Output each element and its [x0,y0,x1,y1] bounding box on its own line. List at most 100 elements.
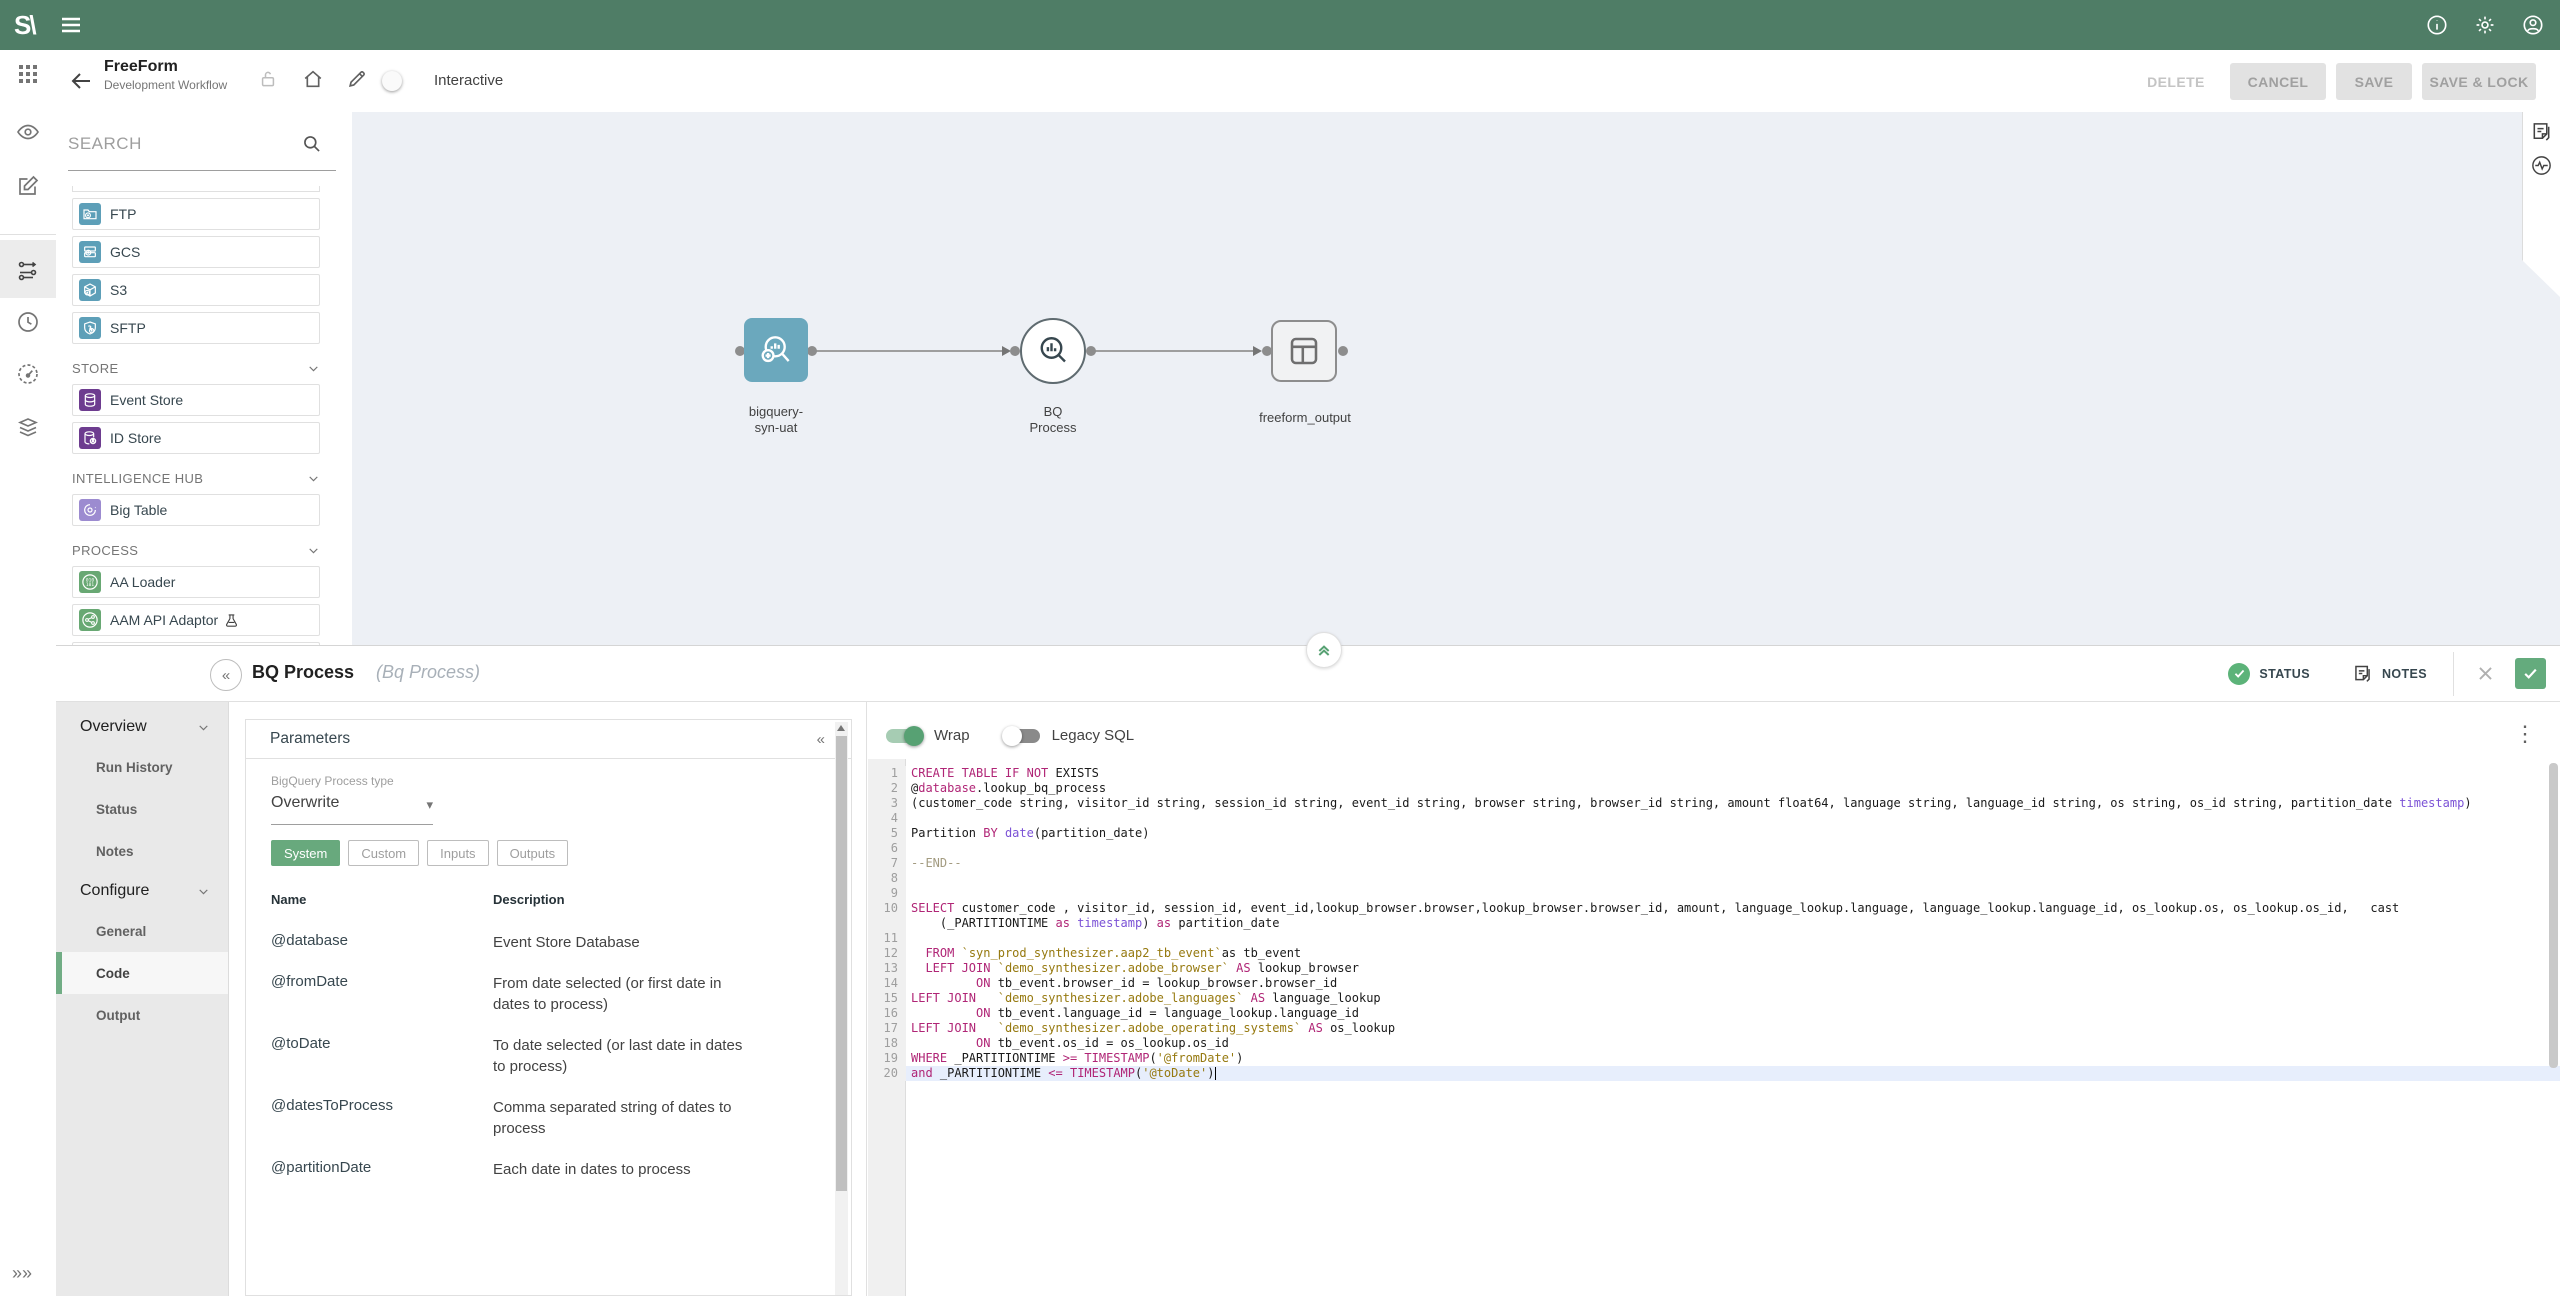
code-line: 6 [868,841,2560,856]
param-tab-custom[interactable]: Custom [348,840,419,866]
close-icon[interactable] [2476,664,2495,683]
layers-stack-icon[interactable] [16,415,40,439]
home-icon[interactable] [302,68,324,90]
dashboard-gauge-icon[interactable] [16,362,40,386]
nav-item-status[interactable]: Status [56,788,228,830]
nav-item-notes[interactable]: Notes [56,830,228,872]
nav-group-overview[interactable]: Overview [56,708,228,746]
param-name: @toDate [271,1035,493,1077]
parameter-tabs: System Custom Inputs Outputs [271,840,568,866]
palette-item-aa-loader[interactable]: 010101AA Loader [72,566,320,598]
compose-icon[interactable] [16,174,40,198]
legacy-sql-toggle[interactable] [1004,729,1040,743]
nav-item-output[interactable]: Output [56,994,228,1036]
save-and-lock-button[interactable]: SAVE & LOCK [2422,63,2536,100]
notes-button[interactable]: NOTES [2352,663,2427,684]
output-table-icon [1286,333,1322,369]
activity-pulse-icon[interactable] [2530,154,2553,177]
nav-group-configure[interactable]: Configure [56,872,228,910]
interactive-toggle-label: Interactive [434,72,503,89]
output-port[interactable] [1338,346,1348,356]
node-freeform-output[interactable] [1271,320,1337,382]
status-check-icon [2228,663,2250,685]
palette-section-intelligence-hub[interactable]: INTELLIGENCE HUB [72,470,320,486]
param-tab-outputs[interactable]: Outputs [497,840,569,866]
param-row-partitiondate: @partitionDateEach date in dates to proc… [271,1159,821,1180]
param-tab-system[interactable]: System [271,840,340,866]
sheet-collapse-button[interactable] [1306,632,1342,668]
param-description: Event Store Database [493,932,755,953]
save-button[interactable]: SAVE [2336,63,2412,100]
delete-button[interactable]: DELETE [2140,63,2212,100]
left-rail: »» [0,112,57,1296]
parameters-scrollbar-thumb[interactable] [836,736,847,1191]
param-name: @partitionDate [271,1159,493,1180]
bigtable-icon [79,499,101,521]
process-type-select[interactable]: Overwrite ▾ [271,794,433,813]
code-line: 19WHERE _PARTITIONTIME >= TIMESTAMP('@fr… [868,1051,2560,1066]
output-port[interactable] [807,346,817,356]
collapse-parameters-button[interactable]: « [817,731,825,748]
folder-plus-icon [79,203,101,225]
back-arrow-icon[interactable] [70,69,94,93]
svg-text:010: 010 [86,577,94,583]
apps-grid-icon[interactable] [16,62,40,86]
sql-code-editor[interactable]: 1CREATE TABLE IF NOT EXISTS2@database.lo… [868,759,2560,1296]
palette-section-process[interactable]: PROCESS [72,542,320,558]
edit-pencil-icon[interactable] [346,68,368,90]
brand-logo: S\ [14,10,35,41]
apply-check-button[interactable] [2515,658,2546,689]
palette-item-aam-api-adaptor[interactable]: AAM API Adaptor [72,604,320,636]
workflow-pipeline-icon[interactable] [16,258,40,282]
chevron-down-icon [307,362,320,375]
palette-item-sftp[interactable]: SFTP [72,312,320,344]
account-icon[interactable] [2522,14,2544,36]
cancel-button[interactable]: CANCEL [2230,63,2326,100]
wrap-toggle[interactable] [886,729,922,743]
status-button[interactable]: STATUS [2228,663,2310,685]
palette-item-ftp[interactable]: FTP [72,198,320,230]
shield-plus-icon [79,317,101,339]
component-palette: SEARCH FTP GCS S3 SFTP STORE Event Store ID St… [56,112,353,645]
palette-item-event-store[interactable]: Event Store [72,384,320,416]
input-port[interactable] [1010,346,1020,356]
nav-item-general[interactable]: General [56,910,228,952]
hamburger-menu-icon[interactable] [59,13,83,37]
nav-item-run-history[interactable]: Run History [56,746,228,788]
header-divider [2453,652,2454,696]
node-bigquery-source[interactable] [744,318,808,382]
search-icon[interactable] [302,134,322,154]
palette-item-id-store[interactable]: ID Store [72,422,320,454]
palette-item-big-table[interactable]: Big Table [72,494,320,526]
code-lines: 1CREATE TABLE IF NOT EXISTS2@database.lo… [868,766,2560,1081]
legacy-sql-label: Legacy SQL [1052,727,1135,744]
code-line: 17LEFT JOIN `demo_synthesizer.adobe_oper… [868,1021,2560,1036]
notes-panel-icon[interactable] [2530,120,2553,143]
code-line: (_PARTITIONTIME as timestamp) as partiti… [868,916,2560,931]
output-port[interactable] [1086,346,1096,356]
preview-eye-icon[interactable] [16,120,40,144]
param-row-fromdate: @fromDateFrom date selected (or first da… [271,973,821,1015]
edge-source-to-process [812,350,1004,352]
code-menu-kebab-icon[interactable]: ⋮ [2514,721,2536,747]
code-line: 13 LEFT JOIN `demo_synthesizer.adobe_bro… [868,961,2560,976]
code-scrollbar-thumb[interactable] [2549,763,2558,1068]
chevron-down-icon [197,721,210,734]
scroll-up-icon[interactable] [837,725,845,731]
code-line: 16 ON tb_event.language_id = language_lo… [868,1006,2560,1021]
workflow-canvas[interactable]: bigquery- syn-uat BQ Process freeform_ou… [352,112,2560,645]
param-tab-inputs[interactable]: Inputs [427,840,488,866]
info-icon[interactable] [2426,14,2448,36]
settings-gear-icon[interactable] [2474,14,2496,36]
node-bq-process[interactable] [1020,318,1086,384]
expand-rail-icon[interactable]: »» [12,1263,32,1284]
bigquery-magnifier-icon [757,331,795,369]
palette-section-store[interactable]: STORE [72,360,320,376]
history-clock-icon[interactable] [16,310,40,334]
code-line: 14 ON tb_event.browser_id = lookup_brows… [868,976,2560,991]
palette-item-s3[interactable]: S3 [72,274,320,306]
palette-item-gcs[interactable]: GCS [72,236,320,268]
collapse-sheet-left-button[interactable]: « [210,659,242,691]
nav-item-code[interactable]: Code [56,952,228,994]
search-input[interactable]: SEARCH [68,134,142,153]
